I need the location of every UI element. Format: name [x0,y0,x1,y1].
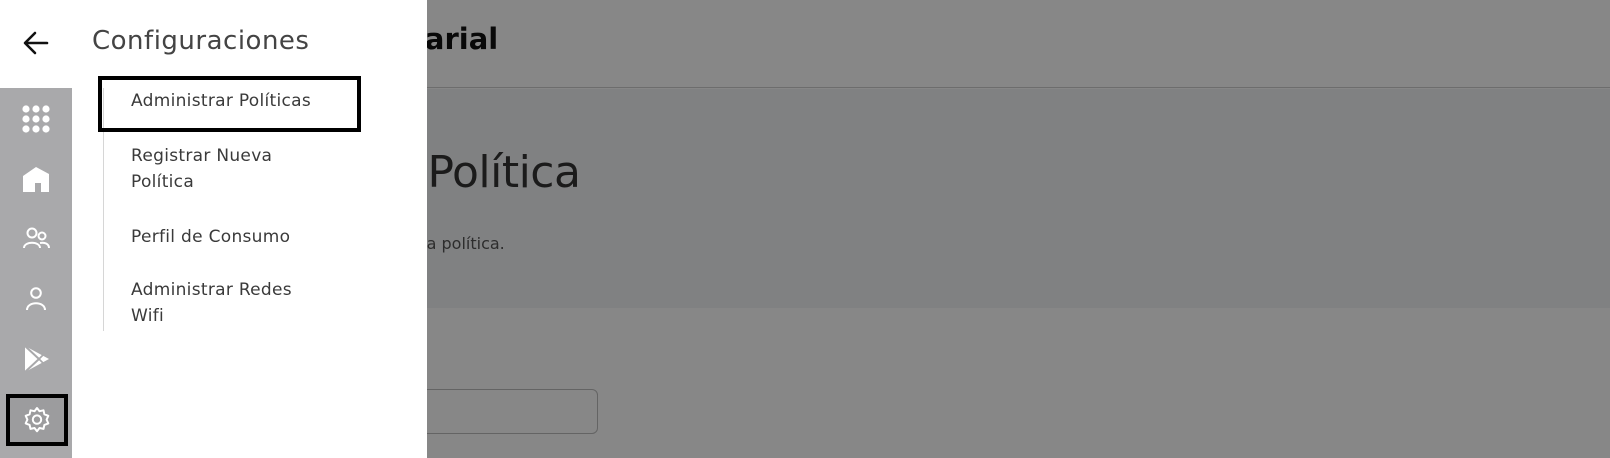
play-store-icon [24,345,49,373]
back-button[interactable] [18,26,54,60]
menu-item-registrar-nueva-politica[interactable]: Registrar Nueva Política [131,143,301,195]
arrow-left-icon [23,31,49,55]
rail-item-companies[interactable] [15,158,57,200]
apps-grid-icon [22,105,50,133]
settings-submenu-panel: Configuraciones Administrar Políticas Re… [72,0,427,458]
gear-icon [24,407,50,433]
rail-item-settings[interactable] [6,394,68,446]
panel-title: Configuraciones [92,26,310,56]
users-group-icon [23,227,50,249]
rail-item-groups[interactable] [15,218,57,260]
rail-item-apps[interactable] [15,98,57,140]
user-icon [26,287,46,311]
menu-item-administrar-redes-wifi[interactable]: Administrar Redes Wifi [131,277,311,329]
rail-header [0,0,72,88]
rail-item-apps-store[interactable] [15,338,57,380]
menu-item-administrar-politicas[interactable]: Administrar Políticas [131,88,341,114]
rail-item-users[interactable] [15,278,57,320]
buildings-icon [23,167,49,192]
icon-rail [0,88,72,458]
menu-item-perfil-de-consumo[interactable]: Perfil de Consumo [131,224,341,250]
